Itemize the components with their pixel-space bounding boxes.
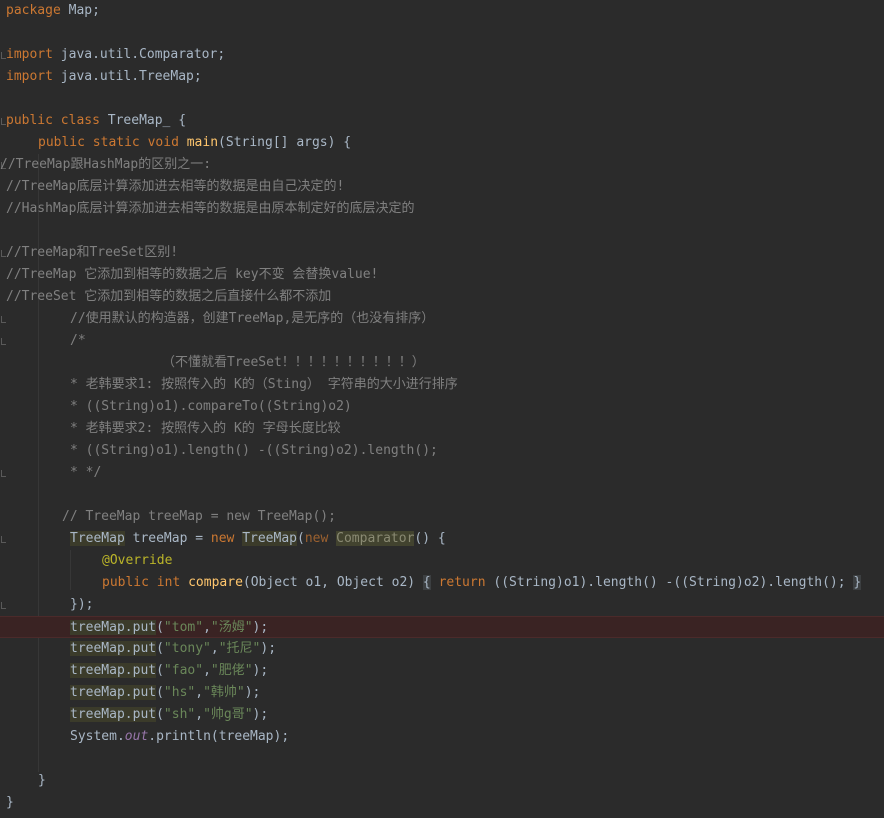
keyword: new	[304, 531, 329, 546]
code-text: (String[] args) {	[218, 135, 352, 150]
code-line[interactable]: TreeMap treeMap = new TreeMap(new Compar…	[70, 528, 884, 550]
string-literal: "帅g哥"	[203, 707, 253, 722]
code-line[interactable]: treeMap.put("fao","肥佬");	[70, 660, 884, 682]
comment-line[interactable]: //TreeSet 它添加到相等的数据之后直接什么都不添加	[6, 286, 884, 308]
comment-line[interactable]: * 老韩要求2: 按照传入的 K的 字母长度比较	[70, 418, 884, 440]
string-literal: "托尼"	[218, 641, 261, 656]
comment-line[interactable]: //HashMap底层计算添加进去相等的数据是由原本制定好的底层决定的	[6, 198, 884, 220]
string-literal: "韩帅"	[203, 685, 245, 700]
string-literal: "tom"	[163, 620, 204, 635]
keyword: public	[102, 575, 149, 590]
type-name: TreeMap	[70, 531, 125, 546]
fold-marker[interactable]	[1, 602, 6, 609]
method-call: treeMap.put	[70, 663, 157, 678]
keyword: return	[438, 575, 486, 590]
keyword: class	[60, 113, 100, 128]
code-line[interactable]: public class TreeMap_ {	[6, 110, 884, 132]
comment-line[interactable]: //TreeMap 它添加到相等的数据之后 key不变 会替换value!	[6, 264, 884, 286]
string-literal: "肥佬"	[210, 663, 253, 678]
method-name: compare	[188, 575, 243, 590]
comment-line[interactable]: //TreeMap和TreeSet区别!	[6, 242, 884, 264]
string-literal: "fao"	[163, 663, 204, 678]
code-line[interactable]: }	[6, 792, 884, 814]
code-line[interactable]: });	[70, 594, 884, 616]
static-field: out	[124, 729, 149, 744]
fold-brace[interactable]: {	[422, 575, 431, 590]
fold-marker[interactable]	[1, 338, 6, 345]
keyword: new	[210, 531, 235, 546]
code-line[interactable]: treeMap.put("tony","托尼");	[70, 638, 884, 660]
string-literal: "sh"	[163, 707, 196, 722]
code-text: java.util.Comparator;	[52, 47, 226, 62]
comment-line[interactable]: //TreeMap底层计算添加进去相等的数据是由自己决定的!	[6, 176, 884, 198]
annotation-line[interactable]: @Override	[102, 550, 884, 572]
comment-line[interactable]: //TreeMap跟HashMap的区别之一:	[0, 154, 884, 176]
keyword: static	[92, 135, 140, 150]
string-literal: "hs"	[163, 685, 196, 700]
keyword: package	[6, 3, 61, 18]
keyword: import	[6, 47, 53, 62]
keyword: import	[6, 69, 53, 84]
code-line[interactable]: package Map;	[6, 0, 884, 22]
keyword: void	[147, 135, 179, 150]
code-text: treeMap =	[124, 531, 211, 546]
code-line-highlighted[interactable]: treeMap.put("tom","汤姆");	[0, 616, 884, 638]
anon-class-name: Comparator	[336, 531, 415, 546]
code-line[interactable]: }	[38, 770, 884, 792]
code-line[interactable]: treeMap.put("sh","帅g哥");	[70, 704, 884, 726]
code-line[interactable]: System.out.println(treeMap);	[70, 726, 884, 748]
keyword: public	[6, 113, 53, 128]
fold-marker[interactable]	[1, 536, 6, 543]
fold-brace[interactable]: }	[853, 575, 862, 590]
method-call: treeMap.put	[70, 620, 157, 635]
code-text: Map;	[60, 3, 100, 18]
code-line[interactable]: import java.util.TreeMap;	[6, 66, 884, 88]
code-editor[interactable]: package Map; import java.util.Comparator…	[0, 0, 884, 818]
code-text: java.util.TreeMap;	[52, 69, 202, 84]
code-text: (Object o1, Object o2)	[242, 575, 416, 590]
comment-line[interactable]: * 老韩要求1: 按照传入的 K的（Sting） 字符串的大小进行排序	[70, 374, 884, 396]
constructor-name: TreeMap	[242, 531, 297, 546]
keyword: public	[38, 135, 85, 150]
method-call: treeMap.put	[70, 641, 157, 656]
comment-line[interactable]: （不懂就看TreeSet！！！！！！！！！！）	[162, 352, 884, 374]
comment-line[interactable]: * ((String)o1).compareTo((String)o2)	[70, 396, 884, 418]
code-text: (	[297, 531, 305, 546]
comment-line[interactable]: /*	[70, 330, 884, 352]
class-name: TreeMap_ {	[99, 113, 187, 128]
code-text: System.	[70, 729, 125, 744]
code-line[interactable]: public static void main(String[] args) {	[38, 132, 884, 154]
method-call: treeMap.put	[70, 685, 157, 700]
code-text: .println(treeMap);	[148, 729, 290, 744]
code-line[interactable]: public int compare(Object o1, Object o2)…	[102, 572, 884, 594]
fold-marker[interactable]	[1, 470, 6, 477]
fold-marker[interactable]	[1, 316, 6, 323]
indent-guide	[70, 550, 71, 590]
method-call: treeMap.put	[70, 707, 157, 722]
comment-line[interactable]: //使用默认的构造器，创建TreeMap,是无序的（也没有排序）	[70, 308, 884, 330]
keyword: int	[156, 575, 181, 590]
string-literal: "汤姆"	[210, 620, 253, 635]
code-line[interactable]: treeMap.put("hs","韩帅");	[70, 682, 884, 704]
string-literal: "tony"	[163, 641, 211, 656]
method-name: main	[186, 135, 219, 150]
code-text: () {	[414, 531, 446, 546]
comment-line[interactable]: // TreeMap treeMap = new TreeMap();	[62, 506, 884, 528]
comment-line[interactable]: * ((String)o1).length() -((String)o2).le…	[70, 440, 884, 462]
code-text: ((String)o1).length() -((String)o2).leng…	[485, 575, 846, 590]
comment-line[interactable]: * */	[70, 462, 884, 484]
code-line[interactable]: import java.util.Comparator;	[6, 44, 884, 66]
